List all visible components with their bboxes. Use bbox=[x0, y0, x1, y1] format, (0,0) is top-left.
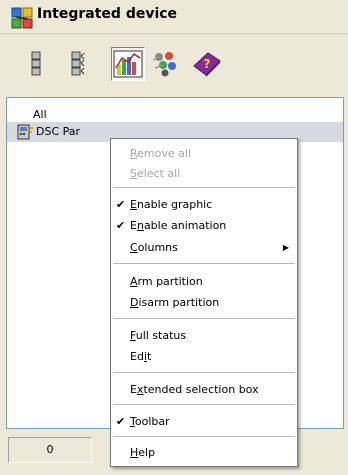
menu-select-all[interactable]: Select all bbox=[111, 164, 297, 184]
dsc-panel-device-icon bbox=[17, 124, 33, 140]
toolbar: ? bbox=[0, 34, 348, 94]
menu-extended-selection-box[interactable]: Extended selection box bbox=[111, 380, 297, 400]
details-view-icon bbox=[71, 51, 85, 76]
list-view-button[interactable] bbox=[20, 48, 52, 80]
graphic-view-button[interactable] bbox=[111, 47, 145, 81]
title-bar: Integrated device bbox=[0, 0, 348, 34]
animation-button[interactable] bbox=[149, 48, 181, 80]
menu-toolbar[interactable]: ✔ Toolbar bbox=[111, 412, 297, 432]
menu-edit[interactable]: Edit bbox=[111, 347, 297, 367]
help-book-button[interactable]: ? bbox=[191, 48, 223, 80]
checkmark-icon: ✔ bbox=[116, 219, 126, 232]
animation-icon bbox=[152, 52, 176, 77]
help-book-icon: ? bbox=[193, 52, 221, 77]
checkmark-icon: ✔ bbox=[116, 198, 126, 211]
menu-disarm-partition[interactable]: Disarm partition bbox=[111, 293, 297, 313]
list-item-label: DSC Par bbox=[36, 125, 81, 138]
window-title: Integrated device bbox=[37, 6, 178, 22]
graphic-chart-icon bbox=[113, 50, 143, 78]
integrated-device-icon bbox=[11, 7, 33, 29]
menu-arm-partition[interactable]: Arm partition bbox=[111, 272, 297, 292]
list-view-icon bbox=[31, 51, 41, 76]
checkmark-icon: ✔ bbox=[116, 415, 126, 428]
context-menu: Remove all Select all ✔ Enable graphic ✔… bbox=[110, 138, 298, 467]
menu-enable-graphic[interactable]: ✔ Enable graphic bbox=[111, 195, 297, 215]
menu-separator bbox=[113, 263, 295, 264]
menu-separator bbox=[113, 404, 295, 405]
svg-text:?: ? bbox=[204, 57, 211, 71]
menu-remove-all[interactable]: Remove all bbox=[111, 144, 297, 164]
menu-separator bbox=[113, 187, 295, 188]
menu-columns[interactable]: Columns ▶ bbox=[111, 238, 297, 258]
menu-help[interactable]: Help bbox=[111, 443, 297, 463]
menu-enable-animation[interactable]: ✔ Enable animation bbox=[111, 216, 297, 236]
status-count: 0 bbox=[8, 437, 92, 463]
menu-separator bbox=[113, 372, 295, 373]
details-view-button[interactable] bbox=[64, 48, 96, 80]
menu-separator bbox=[113, 318, 295, 319]
menu-full-status[interactable]: Full status bbox=[111, 326, 297, 346]
menu-separator bbox=[113, 436, 295, 437]
submenu-arrow-icon: ▶ bbox=[282, 243, 289, 252]
